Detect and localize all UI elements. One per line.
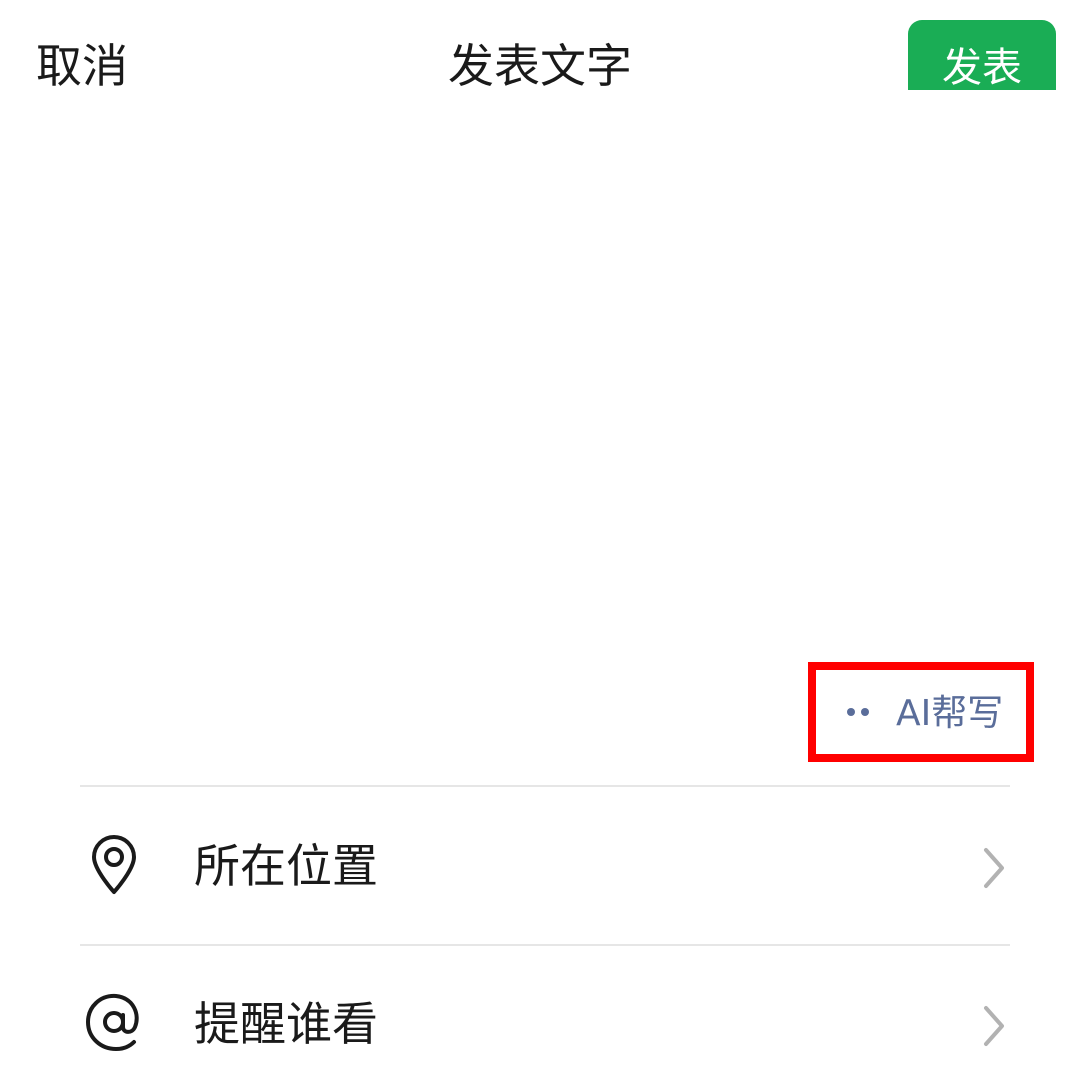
ai-help-write-button[interactable]: AI帮写 (808, 662, 1034, 762)
compose-text-input[interactable] (40, 120, 1044, 644)
post-text-screen: 取消 发表文字 发表 AI帮写 所在位置 提醒谁看 (0, 0, 1080, 1080)
location-pin-icon (84, 834, 144, 898)
top-bar: 取消 发表文字 发表 (0, 0, 1080, 110)
at-sign-icon (84, 990, 144, 1054)
dot (861, 708, 869, 716)
dot (847, 708, 855, 716)
dots-icon (847, 708, 873, 718)
ai-help-write-label: AI帮写 (896, 693, 1004, 734)
option-row-mention[interactable]: 提醒谁看 (0, 946, 1080, 1080)
option-label-location: 所在位置 (194, 839, 378, 893)
option-row-location[interactable]: 所在位置 (0, 788, 1080, 944)
divider (80, 785, 1010, 787)
option-label-mention: 提醒谁看 (194, 997, 378, 1051)
chevron-right-icon (980, 846, 1008, 890)
chevron-right-icon (980, 1004, 1008, 1048)
post-button[interactable]: 发表 (908, 20, 1056, 90)
